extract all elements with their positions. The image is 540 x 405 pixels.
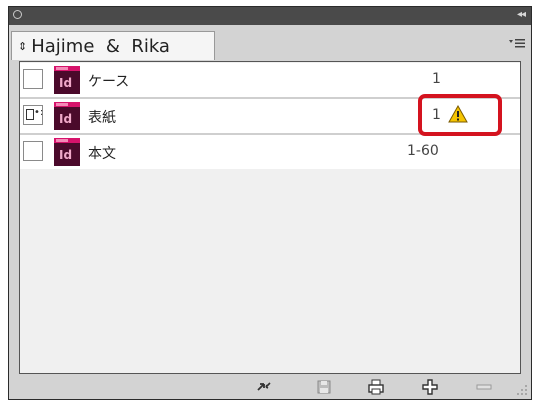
panel-titlebar[interactable]: ◂◂ [9,7,531,25]
panel-menu-icon[interactable] [509,37,525,52]
indesign-doc-icon: Id [54,66,80,94]
indesign-doc-icon: Id [54,138,80,166]
document-name: 表紙 [88,110,116,126]
page-range: 1-60 [407,143,439,159]
warning-highlight-box [418,94,502,136]
print-book-icon[interactable] [367,378,385,396]
tab-book[interactable]: ⇕ Hajime & Rika [11,31,215,60]
style-source-checkbox[interactable] [23,69,43,89]
indesign-doc-icon: Id [54,102,80,130]
close-icon[interactable] [13,10,22,19]
add-document-icon[interactable] [421,378,439,396]
document-name: 本文 [88,146,116,162]
collapse-icon[interactable]: ◂◂ [517,9,526,20]
style-source-checkbox[interactable] [23,141,43,161]
list-item[interactable]: Id ケース 1 [20,63,520,97]
page-range: 1 [432,71,441,87]
book-panel: ◂◂ ⇕ Hajime & Rika Id ケース 1 Id 表紙 [8,6,532,400]
sync-styles-icon[interactable] [255,378,273,396]
resize-grip-icon[interactable] [516,384,528,396]
save-book-icon[interactable] [315,378,333,396]
tab-bar: ⇕ Hajime & Rika [9,25,531,60]
tab-label: Hajime & Rika [31,35,170,57]
list-item[interactable]: Id 本文 1-60 [20,135,520,169]
style-source-icon[interactable] [23,105,43,125]
document-name: ケース [88,74,130,90]
remove-document-icon[interactable] [475,378,493,396]
tab-sort-arrows-icon: ⇕ [18,39,28,53]
panel-toolbar [9,375,531,399]
